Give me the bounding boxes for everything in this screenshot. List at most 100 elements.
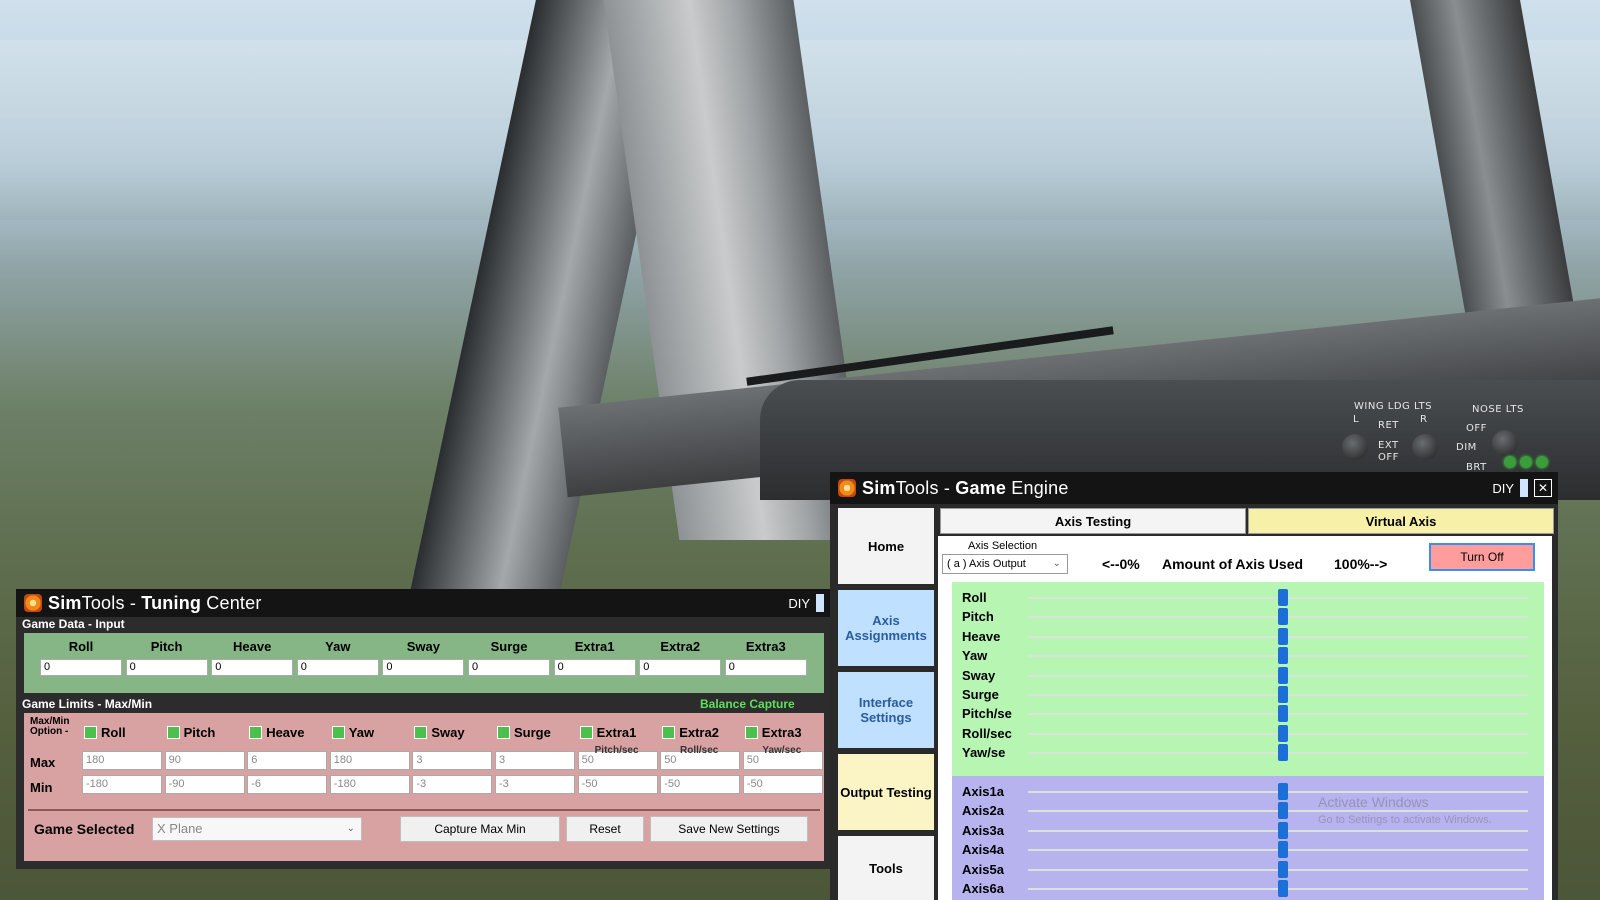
sidebar-item-output-testing[interactable]: Output Testing: [838, 754, 934, 830]
axis-slider-thumb[interactable]: [1278, 705, 1288, 723]
tuning-center-titlebar[interactable]: SimTools - Tuning Center DIY: [16, 589, 830, 617]
axis-input-field[interactable]: 0: [639, 659, 722, 676]
axis-option-checkbox[interactable]: Roll: [84, 725, 126, 740]
axis-slider-thumb[interactable]: [1278, 724, 1288, 742]
panel-label: RET: [1378, 420, 1399, 431]
axis-input-field[interactable]: 0: [382, 659, 465, 676]
max-value-field[interactable]: 3: [495, 751, 575, 770]
axis-testing-panel: Axis Selection ( a ) Axis Output ⌄ <--0%…: [938, 536, 1552, 900]
min-value-field[interactable]: -180: [82, 775, 162, 794]
sidebar-item-axis-assignments[interactable]: Axis Assignments: [838, 590, 934, 666]
axis-slider-thumb[interactable]: [1278, 880, 1288, 897]
axis-slider-thumb[interactable]: [1278, 589, 1288, 606]
axis-row: Axis5a: [962, 860, 1542, 879]
axis-input-field[interactable]: 0: [40, 659, 122, 676]
axis-input-field[interactable]: 0: [553, 659, 636, 676]
checkbox-icon: [331, 726, 345, 739]
panel-label: EXT: [1378, 440, 1399, 451]
max-value-field[interactable]: 180: [82, 751, 162, 770]
axis-slider-thumb[interactable]: [1278, 744, 1288, 762]
axis-option-checkbox[interactable]: Yaw: [331, 725, 375, 740]
tab-axis-testing[interactable]: Axis Testing: [940, 508, 1246, 534]
tab-virtual-axis[interactable]: Virtual Axis: [1248, 508, 1554, 534]
axis-input-field[interactable]: 0: [211, 659, 294, 676]
axis-header: Extra1: [574, 639, 615, 654]
rate-sublabel: Pitch/sec: [594, 745, 639, 756]
sidebar-item-interface-settings[interactable]: Interface Settings: [838, 672, 934, 748]
min-value-field[interactable]: -6: [247, 775, 328, 794]
axis-input-field[interactable]: 0: [468, 659, 550, 676]
axis-slider-thumb[interactable]: [1278, 860, 1288, 878]
axis-option-checkbox[interactable]: Sway: [414, 725, 465, 740]
checkbox-label: Roll: [101, 725, 126, 740]
gear-indicator-light: [1504, 456, 1516, 468]
axis-option-checkbox[interactable]: Extra3: [744, 725, 802, 740]
axis-slider-thumb[interactable]: [1278, 666, 1288, 684]
save-new-settings-button[interactable]: Save New Settings: [650, 816, 808, 842]
min-value-field[interactable]: -90: [164, 775, 245, 794]
title-controls: DIY: [788, 594, 824, 612]
amount-min-label: <--0%: [1102, 556, 1140, 572]
axis-option-checkbox[interactable]: Surge: [497, 725, 551, 740]
capture-max-min-button[interactable]: Capture Max Min: [400, 816, 560, 842]
minimize-button[interactable]: [1520, 479, 1528, 497]
min-value-field[interactable]: -3: [495, 775, 575, 794]
max-value-field[interactable]: 90: [164, 751, 245, 770]
axis-selection-dropdown[interactable]: ( a ) Axis Output ⌄: [942, 554, 1068, 574]
checkbox-label: Yaw: [348, 725, 375, 740]
axis-option-checkbox[interactable]: Pitch: [166, 725, 215, 740]
checkbox-icon: [579, 726, 593, 739]
axis-option-checkbox[interactable]: Extra2: [662, 725, 719, 740]
min-value-field[interactable]: -50: [660, 775, 741, 794]
axis-slider-thumb[interactable]: [1278, 802, 1288, 820]
min-value-field[interactable]: -180: [329, 775, 410, 794]
amount-max-label: 100%-->: [1334, 556, 1388, 572]
turn-off-button[interactable]: Turn Off: [1429, 543, 1535, 571]
min-row-label: Min: [30, 780, 53, 795]
axis-slider-thumb[interactable]: [1278, 608, 1288, 626]
axis-row: Pitch: [962, 607, 1542, 626]
axis-header: Yaw: [325, 639, 351, 654]
min-value-field[interactable]: -50: [742, 775, 823, 794]
sidebar-item-tools[interactable]: Tools: [838, 836, 934, 900]
reset-button[interactable]: Reset: [566, 816, 644, 842]
axis-slider-thumb[interactable]: [1278, 627, 1288, 645]
game-selected-dropdown[interactable]: X Plane ⌄: [152, 817, 362, 841]
checkbox-icon: [414, 726, 428, 739]
game-limits-header: Game Limits - Max/Min: [22, 697, 153, 711]
panel-label: L: [1353, 414, 1360, 425]
close-icon[interactable]: ✕: [1534, 479, 1552, 497]
min-value-field[interactable]: -50: [577, 775, 658, 794]
game-engine-titlebar[interactable]: SimTools - Game Engine DIY ✕: [830, 472, 1558, 504]
axis-slider-thumb[interactable]: [1278, 821, 1288, 839]
axis-slider-thumb[interactable]: [1278, 783, 1288, 800]
window-title: SimTools - Tuning Center: [48, 592, 262, 613]
max-value-field[interactable]: 3: [412, 751, 493, 770]
max-value-field[interactable]: 6: [247, 751, 328, 770]
balance-capture-label[interactable]: Balance Capture: [700, 697, 795, 711]
checkbox-icon: [166, 726, 180, 739]
minimize-button[interactable]: [816, 594, 824, 612]
max-value-field[interactable]: 180: [329, 751, 410, 770]
chevron-down-icon: ⌄: [346, 823, 355, 834]
min-value-field[interactable]: -3: [412, 775, 493, 794]
sidebar-item-home[interactable]: Home: [838, 508, 934, 584]
axis-name: Surge: [962, 687, 999, 702]
axis-option-checkbox[interactable]: Heave: [249, 725, 305, 740]
panel-label: R: [1420, 414, 1428, 425]
section-divider: [28, 809, 820, 811]
axis-input-field[interactable]: 0: [125, 659, 208, 676]
axis-name: Roll/sec: [962, 725, 1012, 741]
axis-row: Axis6a: [962, 879, 1542, 898]
axis-option-checkbox[interactable]: Extra1: [579, 725, 637, 740]
axis-slider-thumb[interactable]: [1278, 686, 1288, 703]
axis-input-field[interactable]: 0: [724, 659, 807, 676]
gear-indicator-light: [1536, 456, 1548, 468]
checkbox-label: Extra1: [596, 725, 637, 740]
axis-input-field[interactable]: 0: [296, 659, 379, 676]
checkbox-icon: [249, 726, 263, 739]
axis-slider-thumb[interactable]: [1278, 647, 1288, 665]
checkbox-label: Extra3: [761, 725, 802, 740]
axis-slider-thumb[interactable]: [1278, 841, 1288, 859]
checkbox-icon: [84, 726, 97, 739]
